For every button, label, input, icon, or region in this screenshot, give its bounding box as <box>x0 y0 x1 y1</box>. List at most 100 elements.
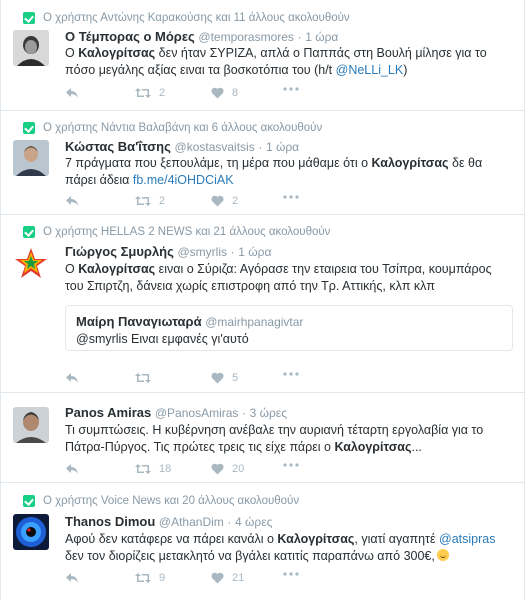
quoted-author-handle: @mairhpanagivtar <box>205 315 304 329</box>
reply-button[interactable] <box>65 195 79 207</box>
like-count: 2 <box>232 195 239 207</box>
reply-button[interactable] <box>65 572 79 584</box>
tweet-header: Γιώργος Σμυρλής @smyrlis · 1 ώρα <box>65 244 272 259</box>
like-count: 5 <box>232 372 239 384</box>
tweet-actions: 9 21 <box>65 572 365 588</box>
tweet-actions: 18 20 <box>65 463 365 479</box>
like-count: 8 <box>232 87 239 99</box>
tweet-text: 7 πράγματα που ξεπουλάμε, τη μέρα που μά… <box>65 156 483 187</box>
tweet-header: Ο Τέμπορας ο Μόρες @temporasmores · 1 ώρ… <box>65 29 339 44</box>
author-name[interactable]: Panos Amiras <box>65 405 151 420</box>
retweet-button[interactable]: 2 <box>135 195 165 207</box>
quoted-tweet-header: Μαίρη Παναγιωταρά @mairhpanagivtar <box>76 314 303 329</box>
retweet-count: 18 <box>159 463 172 475</box>
heart-icon <box>211 195 224 207</box>
more-button[interactable] <box>283 572 299 576</box>
tweet[interactable]: Panos Amiras @PanosAmiras · 3 ώρες Τι συ… <box>1 393 524 483</box>
mention-link[interactable]: @NeLLi_LK <box>336 63 404 77</box>
author-handle[interactable]: @kostasvaitsis <box>175 140 255 154</box>
timestamp[interactable]: 3 ώρες <box>250 406 287 420</box>
heart-icon <box>211 87 224 99</box>
retweet-count: 2 <box>159 195 166 207</box>
reply-button[interactable] <box>65 87 79 99</box>
follow-context-icon <box>23 122 35 134</box>
reply-button[interactable] <box>65 372 79 384</box>
more-icon <box>283 572 299 576</box>
heart-icon <box>211 572 224 584</box>
retweet-icon <box>135 464 151 474</box>
more-icon <box>283 372 299 376</box>
tweet-text: Ο Καλογρίτσας δεν ήταν ΣΥΡΙΖΑ, απλά ο Πα… <box>65 46 487 77</box>
tweet-header: Κώστας Βα'ΐτσης @kostasvaitsis · 1 ώρα <box>65 139 300 154</box>
tweet[interactable]: Ο χρήστης HELLAS 2 NEWS και 21 άλλους ακ… <box>1 215 524 393</box>
author-name[interactable]: Ο Τέμπορας ο Μόρες <box>65 29 195 44</box>
author-handle[interactable]: @smyrlis <box>178 245 228 259</box>
author-name[interactable]: Κώστας Βα'ΐτσης <box>65 139 171 154</box>
follow-context-icon <box>23 495 35 507</box>
reply-icon <box>66 88 78 98</box>
avatar[interactable] <box>13 30 49 66</box>
author-handle[interactable]: @PanosAmiras <box>155 406 239 420</box>
retweet-button[interactable]: 9 <box>135 572 165 584</box>
avatar[interactable] <box>13 407 49 443</box>
url-link[interactable]: fb.me/4iOHDCiAK <box>133 173 234 187</box>
like-button[interactable]: 5 <box>211 372 238 384</box>
retweet-button[interactable]: 18 <box>135 463 171 475</box>
tweet-header: Thanos Dimou @AthanDim · 4 ώρες <box>65 514 273 529</box>
more-button[interactable] <box>283 195 299 199</box>
follow-context-icon <box>23 12 35 24</box>
reply-icon <box>66 464 78 474</box>
smile-emoji-icon <box>436 549 449 561</box>
more-button[interactable] <box>283 372 299 376</box>
quoted-tweet-text: @smyrlis Ειναι εμφανές γι'αυτό <box>76 332 249 346</box>
author-handle[interactable]: @temporasmores <box>198 30 294 44</box>
retweet-icon <box>135 573 151 583</box>
follow-context[interactable]: Ο χρήστης Voice News και 20 άλλους ακολο… <box>23 495 299 507</box>
heart-icon <box>211 372 224 384</box>
like-button[interactable]: 20 <box>211 463 244 475</box>
follow-context[interactable]: Ο χρήστης Αντώνης Καρακούσης και 11 άλλο… <box>23 12 350 24</box>
reply-icon <box>66 373 78 383</box>
mention-link[interactable]: @atsipras <box>439 532 495 546</box>
tweet-actions: 2 8 <box>65 87 365 103</box>
like-count: 20 <box>232 463 245 475</box>
retweet-icon <box>135 196 151 206</box>
avatar[interactable] <box>13 514 49 550</box>
reply-button[interactable] <box>65 463 79 475</box>
follow-context[interactable]: Ο χρήστης Νάντια Βαλαβάνη και 6 άλλους α… <box>23 122 322 134</box>
like-button[interactable]: 21 <box>211 572 244 584</box>
retweet-count: 2 <box>159 87 166 99</box>
avatar[interactable] <box>13 246 49 282</box>
author-handle[interactable]: @AthanDim <box>159 515 224 529</box>
reply-icon <box>66 196 78 206</box>
timestamp[interactable]: 1 ώρα <box>238 245 271 259</box>
tweet-text: Τι συμπτώσεις. Η κυβέρνηση ανέβαλε την α… <box>65 423 484 454</box>
tweet[interactable]: Ο χρήστης Αντώνης Καρακούσης και 11 άλλο… <box>1 0 524 111</box>
retweet-button[interactable]: 2 <box>135 87 165 99</box>
more-icon <box>283 195 299 199</box>
tweet[interactable]: Ο χρήστης Voice News και 20 άλλους ακολο… <box>1 483 524 600</box>
timestamp[interactable]: 1 ώρα <box>266 140 299 154</box>
quoted-tweet[interactable]: Μαίρη Παναγιωταρά @mairhpanagivtar @smyr… <box>65 305 513 351</box>
author-name[interactable]: Γιώργος Σμυρλής <box>65 244 174 259</box>
like-button[interactable]: 8 <box>211 87 238 99</box>
heart-icon <box>211 463 224 475</box>
author-name[interactable]: Thanos Dimou <box>65 514 155 529</box>
more-button[interactable] <box>283 463 299 467</box>
tweet-header: Panos Amiras @PanosAmiras · 3 ώρες <box>65 405 287 420</box>
like-button[interactable]: 2 <box>211 195 238 207</box>
more-button[interactable] <box>283 87 299 91</box>
retweet-button[interactable] <box>135 372 159 384</box>
timestamp[interactable]: 4 ώρες <box>235 515 272 529</box>
more-icon <box>283 87 299 91</box>
tweet-text: Ο Καλογρίτσας ειναι ο Σύριζα: Αγόρασε τη… <box>65 262 492 293</box>
avatar[interactable] <box>13 140 49 176</box>
timestamp[interactable]: 1 ώρα <box>305 30 338 44</box>
follow-context[interactable]: Ο χρήστης HELLAS 2 NEWS και 21 άλλους ακ… <box>23 226 330 238</box>
tweet-actions: 2 2 <box>65 195 365 211</box>
more-icon <box>283 463 299 467</box>
follow-context-icon <box>23 226 35 238</box>
retweet-icon <box>135 88 151 98</box>
tweet[interactable]: Ο χρήστης Νάντια Βαλαβάνη και 6 άλλους α… <box>1 111 524 215</box>
reply-icon <box>66 573 78 583</box>
